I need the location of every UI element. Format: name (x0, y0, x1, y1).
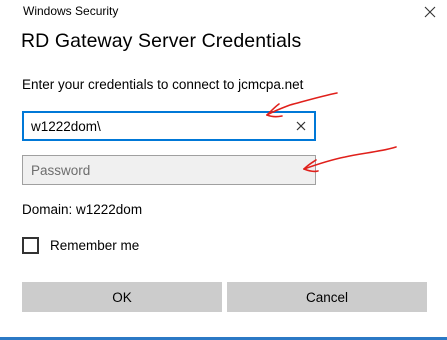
remember-me-checkbox[interactable] (22, 236, 39, 254)
domain-label: Domain: w1222dom (22, 202, 143, 217)
password-field-box (22, 155, 316, 185)
remember-me-option[interactable]: Remember me (22, 235, 139, 255)
credentials-prompt: Enter your credentials to connect to jcm… (22, 77, 304, 92)
close-button[interactable] (420, 2, 440, 22)
ok-button[interactable]: OK (22, 282, 222, 312)
red-arrow-password (303, 146, 397, 173)
title-bar: Windows Security (0, 0, 447, 24)
clear-x-icon (296, 121, 306, 131)
username-input[interactable] (24, 113, 314, 139)
app-title: Windows Security (23, 4, 119, 18)
clear-username-button[interactable] (294, 119, 308, 133)
username-field-box (22, 111, 316, 141)
cancel-button[interactable]: Cancel (227, 282, 427, 312)
credentials-dialog: Windows Security RD Gateway Server Crede… (0, 0, 447, 340)
close-icon (424, 6, 436, 18)
dialog-heading: RD Gateway Server Credentials (21, 30, 302, 52)
remember-me-label: Remember me (50, 237, 140, 253)
password-input[interactable] (23, 156, 315, 184)
